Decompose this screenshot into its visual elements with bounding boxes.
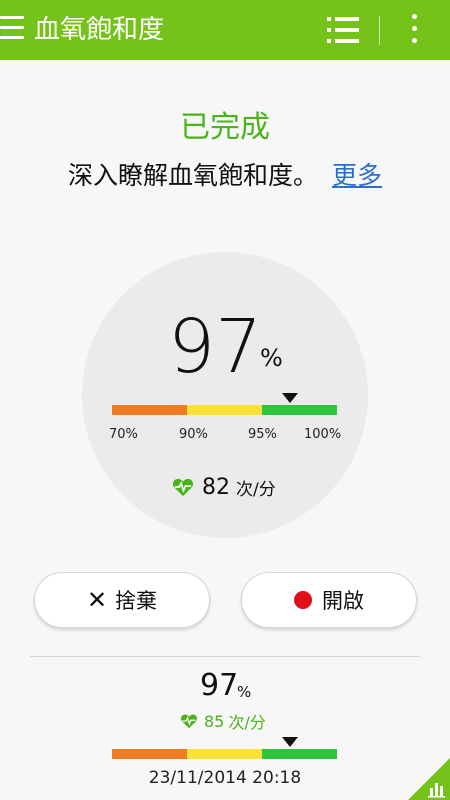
scale-segment-high <box>262 405 337 415</box>
last-record-timestamp: 23/11/2014 20:18 <box>148 768 302 788</box>
scale-segment-low <box>112 749 187 759</box>
record-icon <box>294 591 312 609</box>
scale-pointer <box>282 393 298 403</box>
app-title: 血氧飽和度 <box>34 15 165 45</box>
start-button[interactable]: 開啟 <box>241 572 417 628</box>
heart-rate-icon <box>172 478 194 497</box>
scale-tick: 70% <box>109 427 138 442</box>
close-icon: ✕ <box>86 586 108 614</box>
info-line: 深入瞭解血氧飽和度。 更多 <box>0 158 450 194</box>
last-record-heart-rate-unit: 次/分 <box>228 713 266 732</box>
scale-segment-low <box>112 405 187 415</box>
heart-rate-row: 82 次/分 <box>172 474 276 500</box>
top-app-bar: 血氧飽和度 <box>0 0 450 60</box>
more-link[interactable]: 更多 <box>332 161 382 190</box>
section-divider <box>30 656 420 657</box>
heart-rate-value: 82 <box>202 474 230 500</box>
app-root: 血氧飽和度 已完成 深入瞭解血氧飽和度。 更多 97 % 70% 90% 95% … <box>0 0 450 800</box>
info-text: 深入瞭解血氧飽和度。 <box>67 161 318 190</box>
discard-button[interactable]: ✕ 捨棄 <box>34 572 210 628</box>
chart-icon[interactable] <box>408 758 450 800</box>
heart-rate-unit: 次/分 <box>236 479 276 500</box>
toolbar-divider <box>379 16 380 45</box>
status-title: 已完成 <box>180 110 270 145</box>
last-record-heart-rate: 85 次/分 <box>180 710 266 732</box>
menu-icon[interactable] <box>0 16 24 42</box>
last-record-heart-rate-value: 85 <box>204 711 225 731</box>
last-record-scale-bar <box>112 749 337 759</box>
list-icon[interactable] <box>327 17 359 43</box>
last-record-unit: % <box>237 683 252 701</box>
last-record-value: 97 <box>200 668 239 703</box>
start-label: 開啟 <box>322 589 364 613</box>
scale-tick: 100% <box>304 427 342 442</box>
spo2-value: 97 <box>168 304 263 390</box>
spo2-scale-bar <box>112 405 337 415</box>
spo2-unit: % <box>260 344 283 372</box>
last-record-scale-pointer <box>282 737 298 747</box>
scale-segment-mid <box>187 749 262 759</box>
discard-label: 捨棄 <box>115 589 158 613</box>
scale-tick: 90% <box>179 427 208 442</box>
scale-tick: 95% <box>248 427 277 442</box>
scale-segment-mid <box>187 405 262 415</box>
more-vert-icon[interactable] <box>408 14 420 46</box>
heart-rate-icon <box>180 714 198 729</box>
scale-segment-high <box>262 749 337 759</box>
